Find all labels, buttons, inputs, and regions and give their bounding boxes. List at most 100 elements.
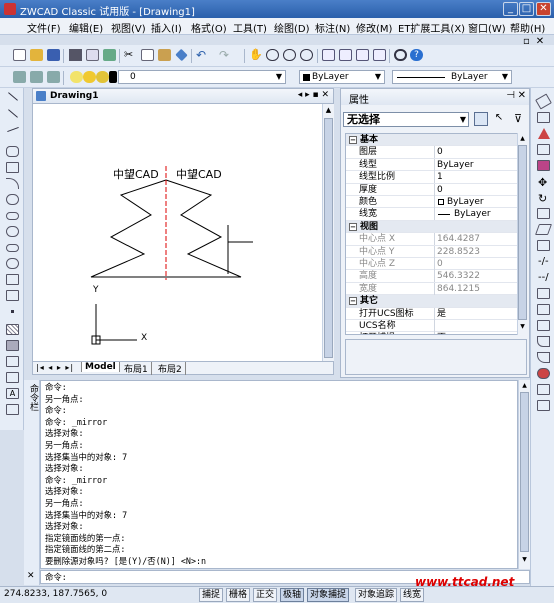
layer-combo[interactable]: 0 ▼ [118, 70, 286, 84]
design-center-icon[interactable] [339, 49, 352, 61]
menu-edit[interactable]: 编辑(E) [69, 20, 103, 35]
linetype-combo[interactable]: ByLayer ▼ [392, 70, 512, 84]
prop-row[interactable]: UCS名称 [346, 320, 518, 333]
prop-row[interactable]: 厚度 0 [346, 183, 518, 196]
scroll-down-icon[interactable]: ▼ [518, 323, 527, 330]
chamfer-tool-icon[interactable] [537, 336, 550, 347]
tool-palette-icon[interactable] [356, 49, 369, 61]
mtext-tool-icon[interactable]: A [6, 388, 19, 399]
print-icon[interactable] [69, 49, 82, 61]
prop-row[interactable]: 打开捕捉否 [346, 332, 518, 334]
join-tool-icon[interactable] [537, 320, 550, 331]
copy-icon[interactable] [141, 49, 154, 61]
erase-tool-icon[interactable] [535, 93, 552, 110]
selection-dropdown[interactable]: 无选择 ▼ [343, 112, 469, 127]
make-block-icon[interactable] [6, 290, 19, 301]
menu-help[interactable]: 帮助(H) [510, 20, 545, 35]
lightbulb-icon[interactable] [70, 71, 83, 83]
cut-icon[interactable]: ✂ [124, 49, 137, 61]
edit-spline-icon[interactable] [537, 400, 550, 411]
tab-layout2[interactable]: 布局2 [155, 362, 186, 375]
drawing-scrollbar[interactable]: ▲ [322, 104, 334, 361]
mirror-tool-icon[interactable] [538, 128, 550, 139]
color-combo[interactable]: ByLayer ▼ [299, 70, 385, 84]
menu-draw[interactable]: 绘图(D) [274, 20, 310, 35]
zoom-window-icon[interactable] [283, 49, 296, 61]
scroll-up-icon[interactable]: ▲ [520, 382, 529, 389]
prop-row[interactable]: 线型 ByLayer [346, 158, 518, 172]
insert-block-icon[interactable] [6, 274, 19, 285]
copy-tool-icon[interactable] [537, 112, 550, 123]
prop-row[interactable]: 中心点 X 164.4287 [346, 233, 518, 246]
prop-row[interactable]: 中心点 Z0 [346, 258, 518, 271]
otrack-toggle[interactable]: 对象追踪 [355, 588, 398, 602]
spline-tool-icon[interactable] [6, 226, 19, 237]
save-icon[interactable] [47, 49, 60, 61]
array-tool-icon[interactable] [537, 160, 550, 171]
prop-row[interactable]: 中心点 Y 228.8523 [346, 245, 518, 258]
scroll-up-icon[interactable]: ▲ [518, 135, 527, 142]
pin-icon[interactable]: ⊣ [506, 90, 515, 101]
polygon-tool-icon[interactable] [6, 146, 19, 157]
table-tool-icon[interactable] [6, 372, 19, 383]
paste-icon[interactable] [158, 49, 171, 61]
prop-row[interactable]: 高度 546.3322 [346, 270, 518, 283]
offset-tool-icon[interactable] [537, 144, 550, 155]
sun-icon[interactable] [83, 71, 96, 83]
ortho-toggle[interactable]: 正交 [253, 588, 278, 602]
redo-icon[interactable]: ↷ [219, 48, 232, 62]
snap-toggle[interactable]: 捕捉 [199, 588, 224, 602]
rectangle-tool-icon[interactable] [6, 162, 19, 173]
circle-tool-icon[interactable] [6, 194, 19, 205]
select-objects-icon[interactable]: ↖ [492, 112, 506, 126]
scroll-up-icon[interactable]: ▲ [324, 106, 333, 116]
prop-row[interactable]: 图层 0 [346, 146, 518, 159]
ray-tool-icon[interactable] [8, 109, 18, 118]
preview-icon[interactable] [86, 49, 99, 61]
menu-et-tools[interactable]: ET扩展工具(X) [398, 20, 465, 35]
menu-modify[interactable]: 修改(M) [356, 20, 392, 35]
break-tool-icon[interactable] [537, 304, 550, 315]
region-tool-icon[interactable] [6, 356, 19, 367]
menu-file[interactable]: 文件(F) [27, 20, 61, 35]
maximize-button[interactable]: □ [519, 2, 534, 16]
tab-layout1[interactable]: 布局1 [121, 362, 152, 375]
drawing-window-controls[interactable]: ◂ ▸ ▪ ✕ [298, 90, 329, 100]
open-icon[interactable] [30, 49, 43, 61]
prop-row[interactable]: 宽度 864.1215 [346, 282, 518, 296]
polyline-tool-icon[interactable] [7, 126, 19, 133]
category-view[interactable]: − 视图 [346, 220, 518, 234]
scroll-thumb[interactable] [324, 118, 333, 358]
fillet-tool-icon[interactable] [537, 352, 550, 363]
tab-nav-arrows[interactable]: |◂ ◂ ▸ ▸| [36, 363, 74, 372]
drawing-canvas[interactable]: 中望CAD 中望CAD Y X [32, 104, 322, 361]
properties-icon[interactable] [322, 49, 335, 61]
ellipse-arc-tool-icon[interactable] [6, 244, 19, 252]
close-button[interactable]: ✕ [536, 2, 551, 16]
revcloud-tool-icon[interactable] [6, 258, 19, 269]
osnap-toggle[interactable]: 对象捕捉 [307, 588, 350, 602]
scroll-thumb[interactable] [520, 392, 529, 552]
ellipse-tool-icon[interactable] [6, 212, 19, 220]
scale-tool-icon[interactable] [537, 208, 550, 219]
gradient-tool-icon[interactable] [6, 340, 19, 351]
scroll-thumb[interactable] [518, 145, 527, 320]
break-at-point-icon[interactable] [537, 288, 550, 299]
tab-model[interactable]: Model [81, 362, 120, 372]
zoom-previous-icon[interactable] [300, 49, 313, 61]
move-tool-icon[interactable]: ✥ [538, 176, 547, 189]
minimize-button[interactable]: _ [503, 2, 518, 16]
undo-icon[interactable]: ↶ [196, 48, 209, 62]
category-basic[interactable]: − 基本 [346, 134, 518, 147]
calculator-icon[interactable] [373, 49, 386, 61]
layer-manager-icon[interactable] [13, 71, 26, 83]
search-icon[interactable] [394, 49, 407, 61]
rotate-tool-icon[interactable]: ↻ [538, 192, 547, 205]
wipeout-tool-icon[interactable] [6, 404, 19, 415]
quick-select-icon[interactable] [474, 112, 488, 126]
drawing-tab[interactable]: Drawing1 ◂ ▸ ▪ ✕ [32, 88, 334, 104]
prop-row[interactable]: 线型比例 1 [346, 171, 518, 184]
menu-window[interactable]: 窗口(W) [468, 20, 506, 35]
close-icon[interactable]: ✕ [518, 90, 526, 101]
command-close-icon[interactable]: ✕ [27, 571, 35, 581]
